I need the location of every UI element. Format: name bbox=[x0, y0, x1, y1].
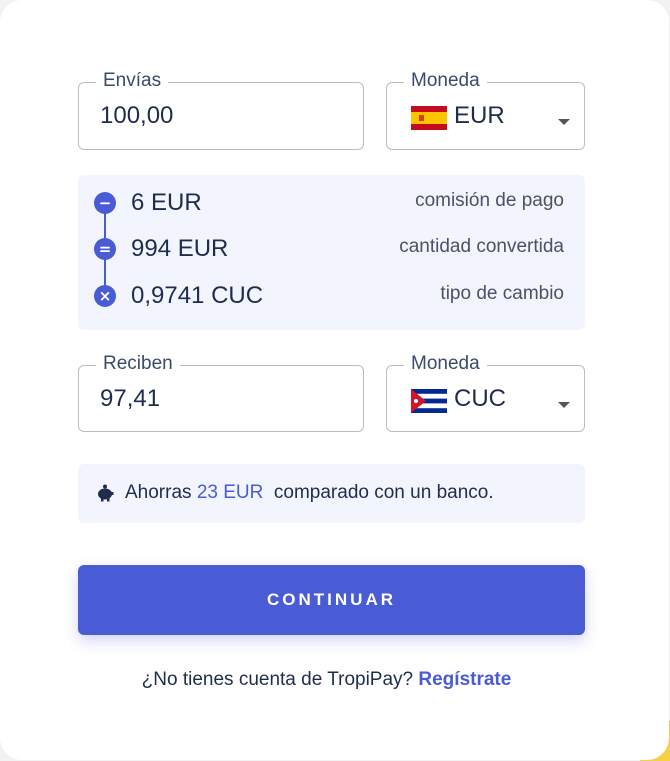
chevron-down-icon[interactable] bbox=[558, 119, 570, 125]
exchange-rate-description: tipo de cambio bbox=[440, 283, 564, 304]
send-currency-select[interactable]: Moneda EUR bbox=[386, 70, 585, 150]
equals-icon: = bbox=[94, 238, 116, 260]
cuba-flag-icon bbox=[411, 389, 447, 413]
receive-amount-value[interactable]: 97,41 bbox=[100, 383, 160, 415]
breakdown-row-converted: = 994 EUR cantidad convertida bbox=[78, 233, 585, 265]
send-amount-value[interactable]: 100,00 bbox=[100, 100, 173, 132]
chevron-down-icon[interactable] bbox=[558, 402, 570, 408]
savings-prefix: Ahorras bbox=[125, 482, 192, 503]
fee-description: comisión de pago bbox=[415, 190, 564, 211]
breakdown-row-rate: × 0,9741 CUC tipo de cambio bbox=[78, 280, 585, 312]
receive-amount-field[interactable]: Reciben 97,41 bbox=[78, 353, 364, 432]
times-icon: × bbox=[94, 285, 116, 307]
converted-description: cantidad convertida bbox=[399, 236, 564, 257]
signup-question: ¿No tienes cuenta de TropiPay? bbox=[141, 669, 414, 690]
receive-currency-value: CUC bbox=[454, 385, 506, 412]
receive-amount-label: Reciben bbox=[96, 353, 180, 375]
conversion-breakdown: − 6 EUR comisión de pago = 994 EUR canti… bbox=[78, 175, 585, 330]
savings-notice: Ahorras 23 EUR comparado con un banco. bbox=[78, 464, 585, 523]
signup-prompt: ¿No tienes cuenta de TropiPay? Regístrat… bbox=[0, 667, 653, 693]
savings-text: Ahorras 23 EUR comparado con un banco. bbox=[125, 480, 494, 506]
exchange-rate-amount: 0,9741 CUC bbox=[131, 282, 264, 309]
signup-link[interactable]: Regístrate bbox=[418, 669, 511, 690]
piggy-bank-icon bbox=[98, 484, 114, 502]
fee-amount: 6 EUR bbox=[131, 189, 202, 216]
minus-icon: − bbox=[94, 192, 116, 214]
transfer-card: Envías 100,00 Moneda EUR − 6 EUR comisió… bbox=[0, 0, 669, 760]
receive-currency-select[interactable]: Moneda CUC bbox=[386, 353, 585, 432]
continue-button[interactable]: CONTINUAR bbox=[78, 565, 585, 635]
send-amount-label: Envías bbox=[96, 70, 169, 92]
send-currency-label: Moneda bbox=[404, 70, 487, 92]
converted-amount: 994 EUR bbox=[131, 235, 229, 262]
send-amount-field[interactable]: Envías 100,00 bbox=[78, 70, 364, 150]
spain-flag-icon bbox=[411, 106, 447, 130]
savings-amount: 23 EUR bbox=[196, 482, 264, 503]
send-currency-value: EUR bbox=[454, 102, 505, 129]
receive-currency-label: Moneda bbox=[404, 353, 487, 375]
savings-suffix: comparado con un banco. bbox=[273, 482, 494, 503]
breakdown-row-fee: − 6 EUR comisión de pago bbox=[78, 187, 585, 219]
